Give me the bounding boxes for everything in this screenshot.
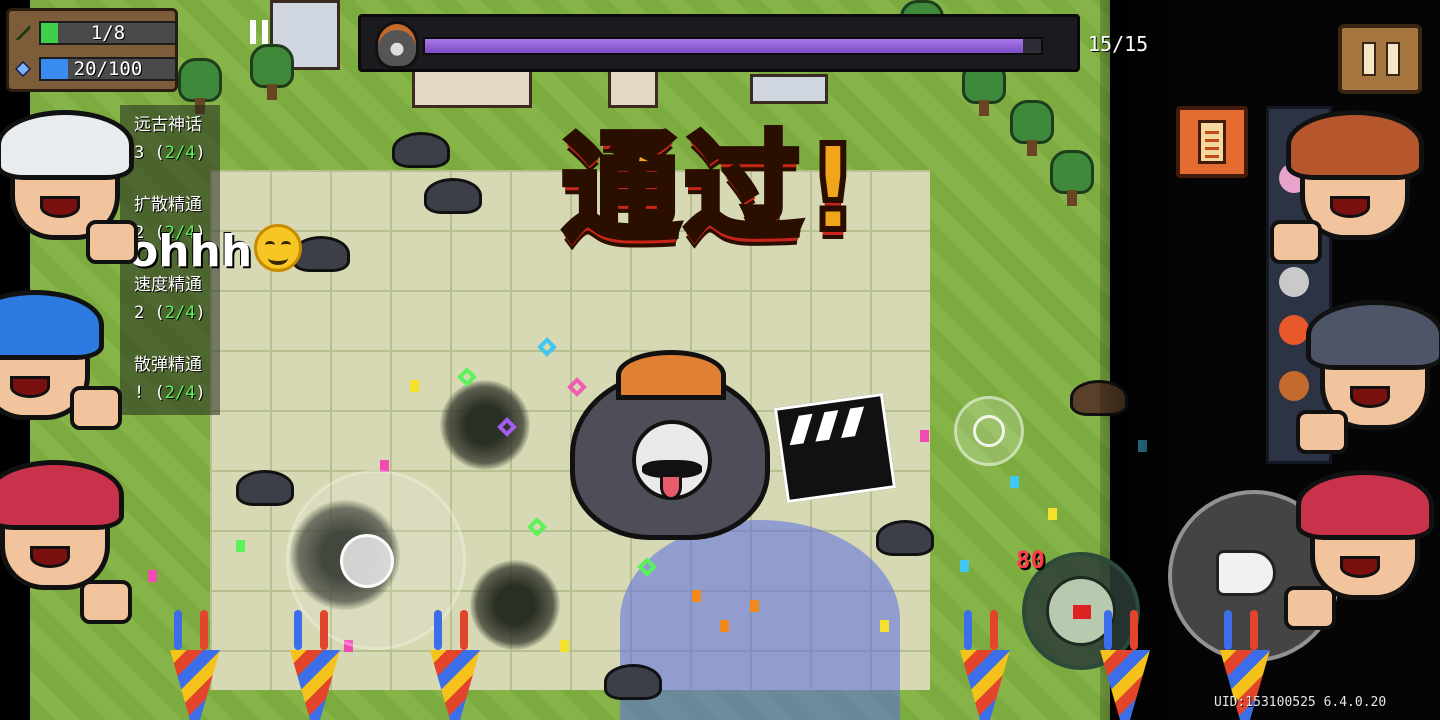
energy-row: 20/100 bbox=[15, 55, 177, 83]
stage-clear-banner: 通过! bbox=[559, 116, 864, 260]
confetti bbox=[960, 560, 969, 572]
health-row: 1/8 bbox=[15, 19, 177, 47]
pistol-icon bbox=[1216, 550, 1276, 596]
rock-enemy bbox=[876, 520, 934, 556]
energy-bar: 20/100 bbox=[39, 57, 177, 81]
tree bbox=[1050, 150, 1094, 206]
party-popper bbox=[950, 610, 1020, 720]
confetti bbox=[720, 620, 729, 632]
buff-count: 3 (2/4) bbox=[134, 143, 206, 163]
joystick-knob[interactable] bbox=[340, 534, 394, 588]
chat-message: ohhh bbox=[128, 226, 253, 277]
party-popper bbox=[280, 610, 350, 720]
pause-icon bbox=[250, 20, 270, 44]
skill-aura bbox=[620, 520, 900, 720]
emote-button[interactable] bbox=[954, 396, 1024, 466]
cheering-character bbox=[1270, 110, 1430, 280]
buff-name: 扩散精通 bbox=[134, 195, 202, 215]
tree bbox=[250, 44, 294, 100]
buff-name: 散弹精通 bbox=[134, 355, 202, 375]
health-value: 1/8 bbox=[90, 22, 126, 44]
buff-count: 2 (2/4) bbox=[134, 303, 206, 323]
confetti bbox=[920, 430, 929, 442]
clapperboard bbox=[773, 392, 897, 504]
cheering-character bbox=[0, 110, 140, 280]
player-stats-panel: 1/8 20/100 bbox=[6, 8, 178, 92]
buff-name: 远古神话 bbox=[134, 115, 202, 135]
tree bbox=[1010, 100, 1054, 156]
buff-count: ! (2/4) bbox=[134, 383, 206, 403]
confetti bbox=[692, 590, 701, 602]
sword-icon bbox=[15, 25, 31, 40]
confetti bbox=[1048, 508, 1057, 520]
health-bar: 1/8 bbox=[39, 21, 177, 45]
notes-icon bbox=[1198, 120, 1226, 164]
cheering-character bbox=[0, 460, 132, 630]
buff-name: 速度精通 bbox=[134, 275, 202, 295]
confetti bbox=[148, 570, 157, 582]
party-popper bbox=[160, 610, 230, 720]
rock-enemy bbox=[604, 664, 662, 700]
rock-enemy bbox=[392, 132, 450, 168]
version-label: UID:153100525 6.4.0.20 bbox=[1214, 695, 1387, 710]
notes-button[interactable] bbox=[1176, 106, 1248, 178]
confetti bbox=[880, 620, 889, 632]
boss-health-fill bbox=[425, 39, 1023, 53]
energy-value: 20/100 bbox=[73, 58, 143, 80]
skill-cooldown: 80 bbox=[1016, 546, 1045, 574]
pause-icon bbox=[1362, 42, 1376, 76]
explosion-smoke bbox=[440, 380, 530, 470]
smiley-icon bbox=[973, 415, 1005, 447]
house bbox=[750, 74, 828, 104]
confetti bbox=[236, 540, 245, 552]
smiley-icon bbox=[254, 224, 302, 272]
buff-item: 远古神话 3 (2/4) bbox=[134, 114, 254, 164]
party-popper bbox=[420, 610, 490, 720]
cheering-character bbox=[1296, 300, 1440, 470]
cheering-character bbox=[0, 290, 122, 460]
cheering-character bbox=[1284, 470, 1440, 640]
boss-health-bar bbox=[423, 37, 1043, 55]
confetti bbox=[1010, 476, 1019, 488]
confetti bbox=[410, 380, 419, 392]
pause-icon bbox=[1386, 42, 1400, 76]
boss-health-panel bbox=[358, 14, 1080, 72]
enemy-counter: 15/15 bbox=[1088, 32, 1149, 56]
pause-button[interactable] bbox=[1338, 24, 1422, 94]
buff-item: 散弹精通 ! (2/4) bbox=[134, 354, 254, 404]
confetti bbox=[750, 600, 759, 612]
house bbox=[608, 68, 658, 108]
buff-item: 速度精通 2 (2/4) bbox=[134, 274, 254, 324]
rock-enemy bbox=[236, 470, 294, 506]
party-popper bbox=[1090, 610, 1160, 720]
confetti bbox=[560, 640, 569, 652]
boss-character bbox=[550, 350, 790, 540]
rock-enemy bbox=[424, 178, 482, 214]
diamond-icon bbox=[15, 61, 31, 77]
boss-portrait bbox=[375, 21, 419, 69]
